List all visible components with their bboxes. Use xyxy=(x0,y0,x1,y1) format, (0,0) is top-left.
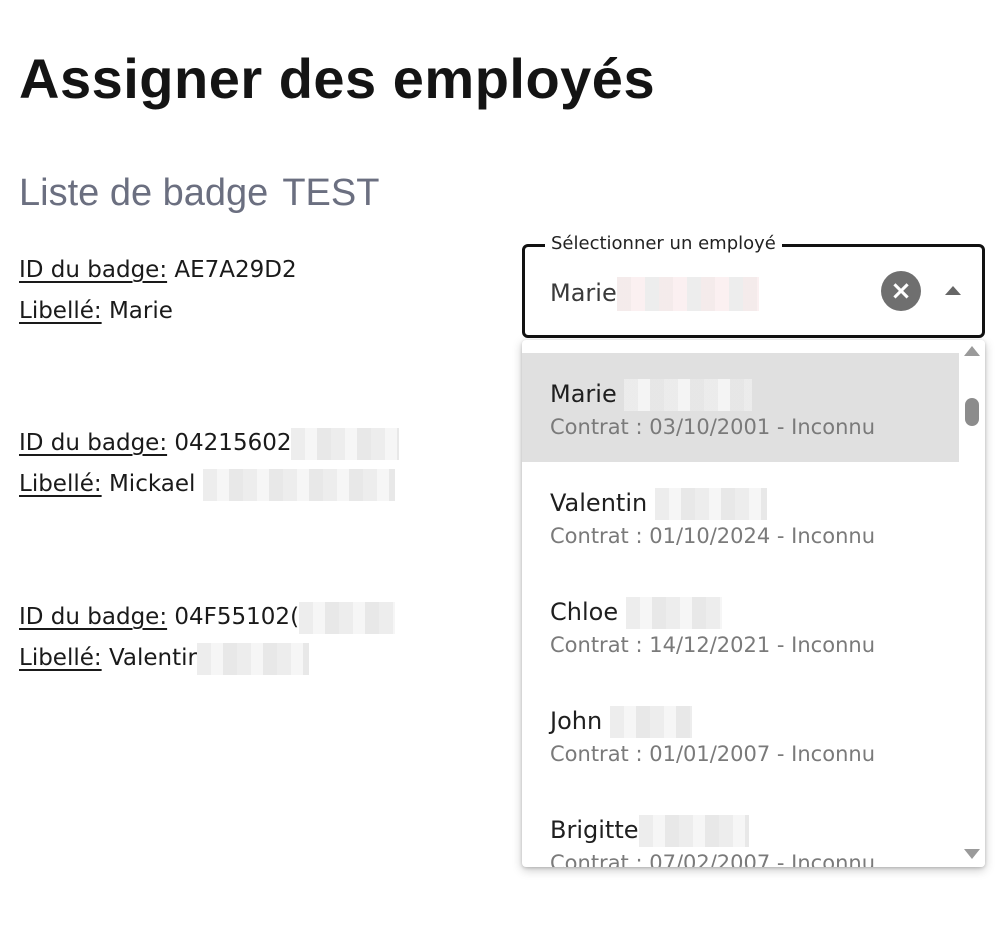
badge-name-label: Libellé: xyxy=(19,645,102,671)
badge-id-label: ID du badge: xyxy=(19,257,168,283)
badge-name-value: Valentir xyxy=(108,645,197,671)
option-contract: Contrat : 01/01/2007 - Inconnu xyxy=(550,742,876,766)
badge-info-3: ID du badge: 04F55102( Libellé: Valentir xyxy=(19,597,396,679)
option-contract: Contrat : 14/12/2021 - Inconnu xyxy=(550,633,876,657)
scroll-up-arrow-icon[interactable] xyxy=(964,346,980,356)
redacted-block xyxy=(654,488,767,520)
badge-name-value: Mickael xyxy=(108,471,196,497)
option-name: Marie xyxy=(550,379,753,411)
badge-info-2: ID du badge: 04215602 Libellé: Mickael xyxy=(19,423,400,505)
employee-select[interactable]: Sélectionner un employé Marie × xyxy=(522,233,985,338)
badge-name-label: Libellé: xyxy=(19,298,102,324)
option-contract: Contrat : 03/10/2001 - Inconnu xyxy=(550,415,876,439)
clear-selection-button[interactable]: × xyxy=(881,271,921,311)
redacted-block xyxy=(196,642,309,675)
option-contract: Contrat : 07/02/2007 - Inconnu xyxy=(550,851,876,867)
redacted-block xyxy=(624,379,753,411)
option-employee-5[interactable]: Brigitte Contrat : 07/02/2007 - Inconnu xyxy=(522,789,959,867)
option-employee-4[interactable]: John Contrat : 01/01/2007 - Inconnu xyxy=(522,680,959,789)
scroll-thumb[interactable] xyxy=(965,398,979,426)
redacted-block xyxy=(609,706,692,738)
page-title: Assigner des employés xyxy=(19,47,656,110)
badge-info-1: ID du badge: AE7A29D2 Libellé: Marie xyxy=(19,250,297,332)
option-employee-2[interactable]: Valentin Contrat : 01/10/2024 - Inconnu xyxy=(522,462,959,571)
option-name: Brigitte xyxy=(550,815,749,847)
close-icon: × xyxy=(890,276,912,306)
badge-name-value: Marie xyxy=(108,298,173,324)
option-contract: Contrat : 01/10/2024 - Inconnu xyxy=(550,524,876,548)
scroll-down-arrow-icon[interactable] xyxy=(964,849,980,859)
employee-options-list: Marie Contrat : 03/10/2001 - Inconnu Val… xyxy=(522,340,985,867)
redacted-block xyxy=(202,468,395,501)
option-employee-1[interactable]: Marie Contrat : 03/10/2001 - Inconnu xyxy=(522,353,959,462)
redacted-block xyxy=(638,815,749,847)
badge-id-value: 04215602 xyxy=(174,430,292,456)
employee-select-value[interactable]: Marie xyxy=(550,277,759,311)
badge-name-label: Libellé: xyxy=(19,471,102,497)
redacted-block xyxy=(625,597,722,629)
option-name: Chloe xyxy=(550,597,722,629)
employee-select-label: Sélectionner un employé xyxy=(545,233,782,254)
badge-id-label: ID du badge: xyxy=(19,604,168,630)
section-name: TEST xyxy=(282,172,380,214)
employee-select-value-text: Marie xyxy=(550,279,617,307)
option-name: Valentin xyxy=(550,488,767,520)
options-scrollbar[interactable] xyxy=(959,340,985,867)
badge-id-value: 04F55102( xyxy=(174,604,300,630)
caret-up-icon[interactable] xyxy=(945,286,961,295)
option-name: John xyxy=(550,706,692,738)
option-employee-3[interactable]: Chloe Contrat : 14/12/2021 - Inconnu xyxy=(522,571,959,680)
badge-id-label: ID du badge: xyxy=(19,430,168,456)
redacted-block xyxy=(299,601,396,634)
redacted-block xyxy=(291,427,400,460)
section-title: Liste de badge TEST xyxy=(19,172,379,215)
redacted-block xyxy=(616,277,759,311)
badge-id-value: AE7A29D2 xyxy=(174,257,297,283)
section-title-label: Liste de badge xyxy=(19,172,269,214)
